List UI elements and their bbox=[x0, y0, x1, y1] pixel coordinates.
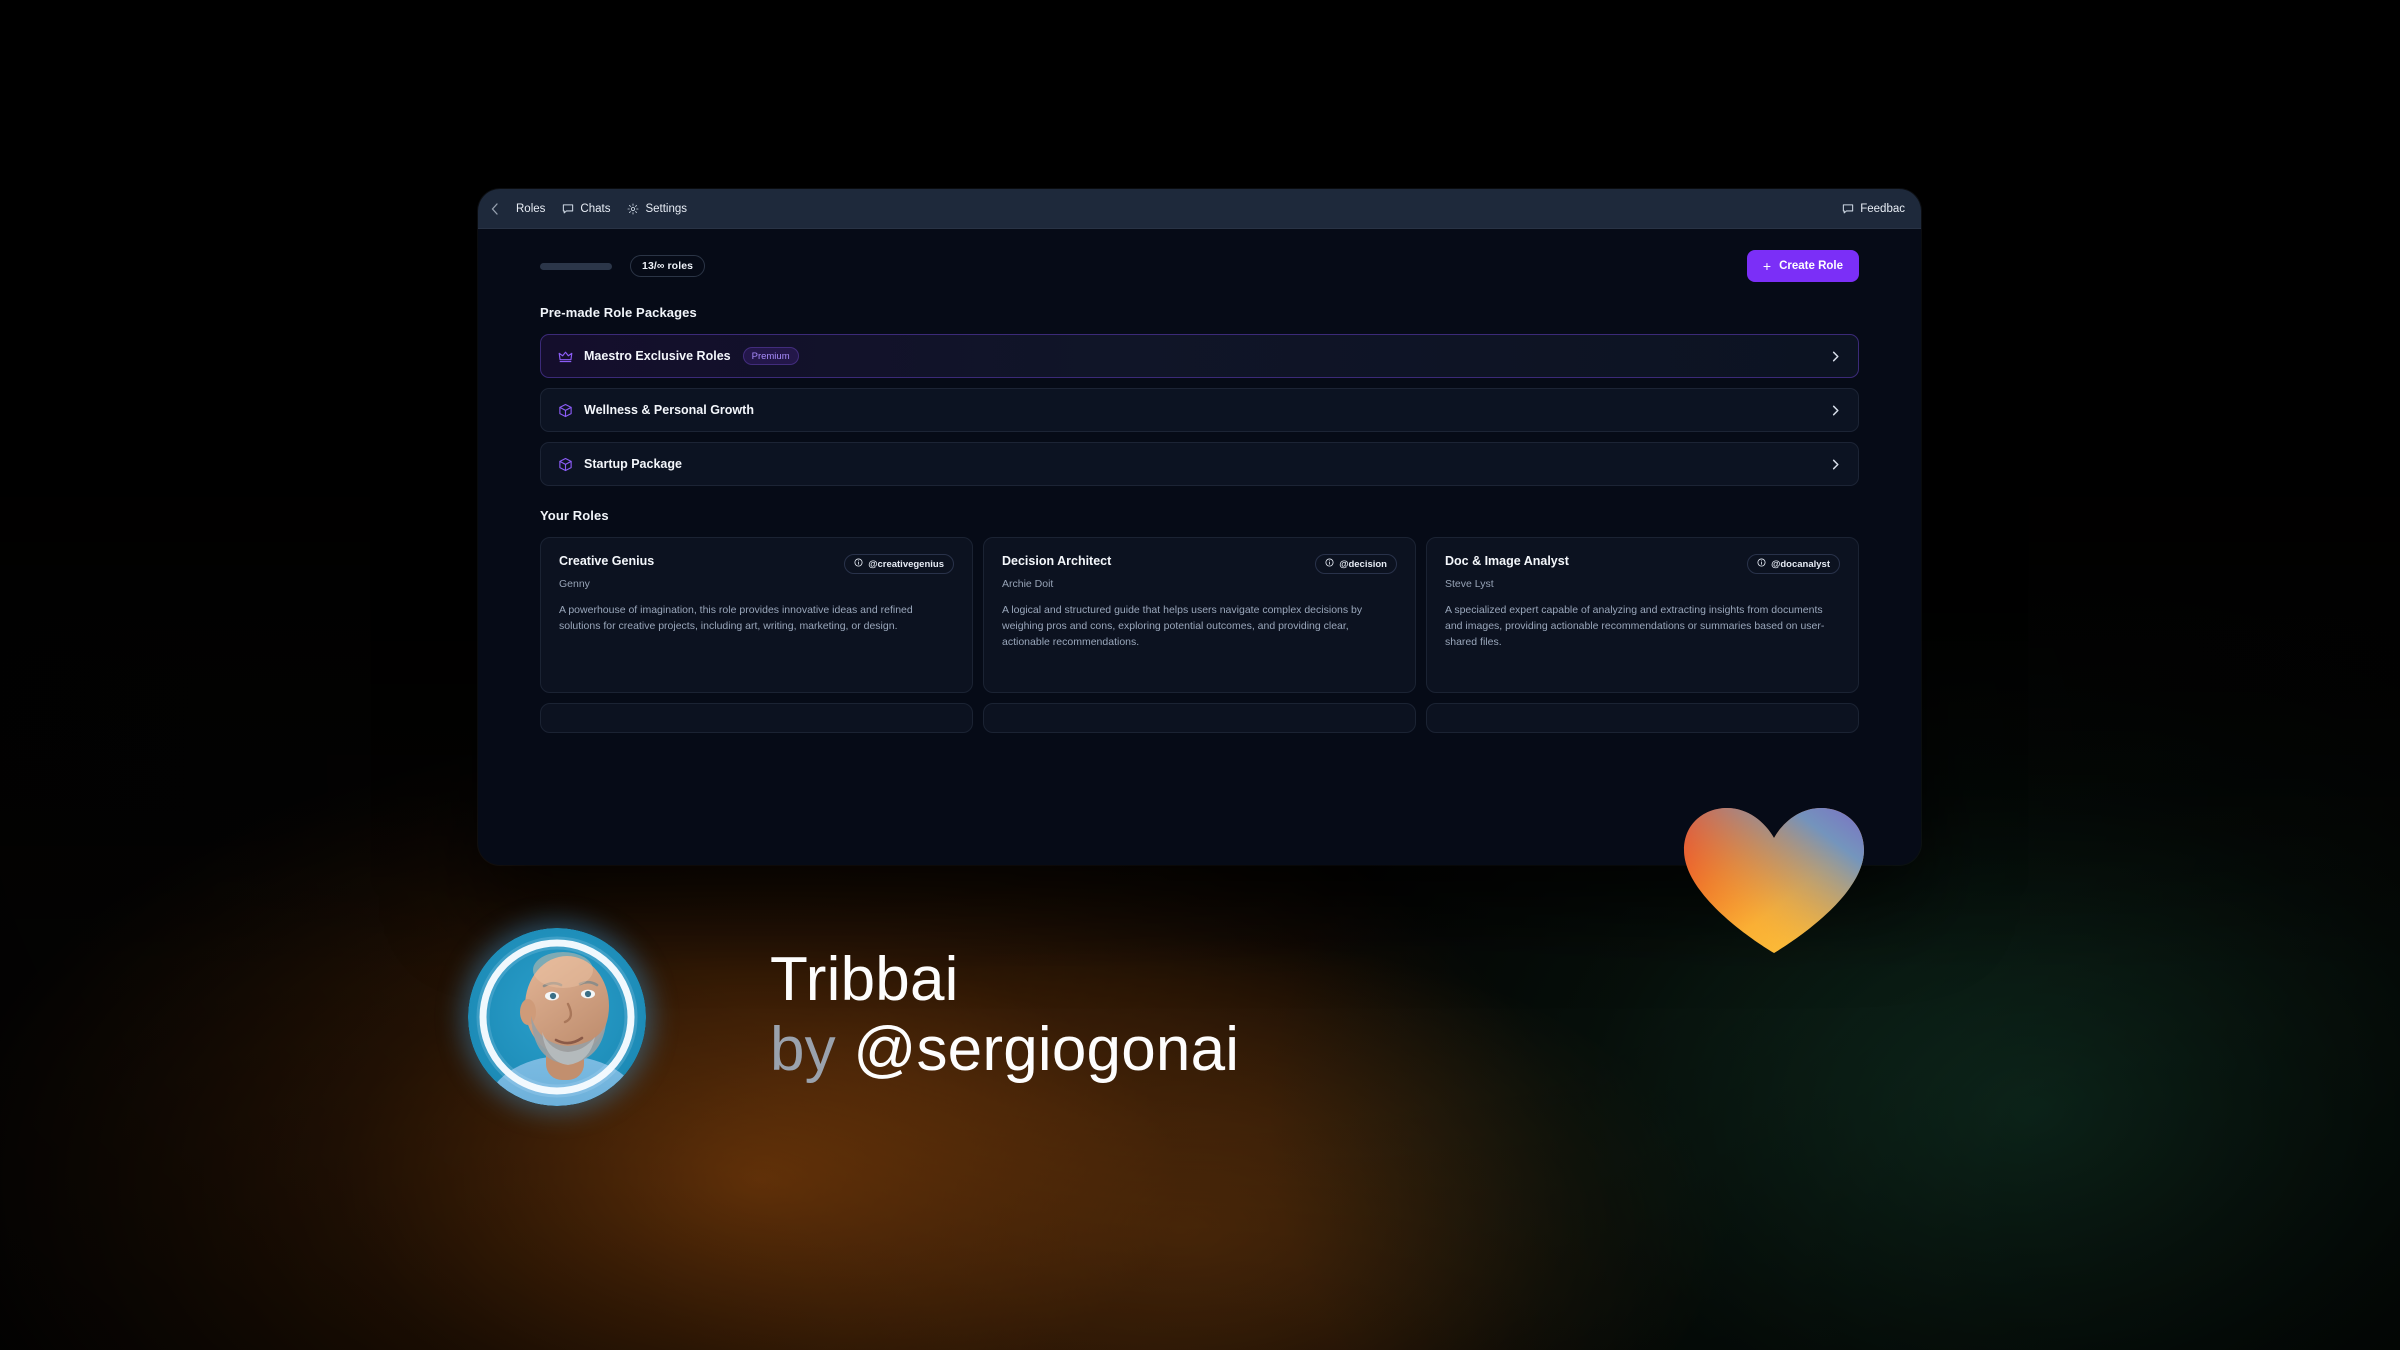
chevron-right-icon bbox=[1829, 458, 1842, 471]
feedback-button[interactable]: Feedbac bbox=[1842, 203, 1905, 215]
role-card[interactable]: Decision Architect @decision Archie Doit… bbox=[983, 537, 1416, 693]
feedback-label: Feedbac bbox=[1860, 202, 1905, 215]
package-row-wellness-personal-growth[interactable]: Wellness & Personal Growth bbox=[540, 388, 1859, 432]
roles-count-badge: 13/∞ roles bbox=[630, 255, 706, 277]
package-label: Startup Package bbox=[584, 457, 682, 471]
tab-settings[interactable]: Settings bbox=[627, 203, 687, 215]
package-row-startup-package[interactable]: Startup Package bbox=[540, 442, 1859, 486]
role-card-header: Creative Genius @creativegenius bbox=[559, 554, 954, 574]
role-card[interactable] bbox=[983, 703, 1416, 733]
role-description: A logical and structured guide that help… bbox=[1002, 604, 1363, 648]
nav-right-group: Feedbac bbox=[1842, 203, 1905, 215]
role-handle-badge[interactable]: @creativegenius bbox=[844, 554, 954, 574]
toolbar-row: 13/∞ roles + Create Role bbox=[540, 249, 1859, 283]
package-label: Wellness & Personal Growth bbox=[584, 403, 754, 417]
create-role-button[interactable]: + Create Role bbox=[1746, 250, 1859, 282]
tab-roles[interactable]: Roles bbox=[516, 203, 545, 215]
page-title: Tribbai bbox=[770, 945, 959, 1014]
chevron-right-icon bbox=[1829, 350, 1842, 363]
byline-prefix: by bbox=[770, 1014, 836, 1084]
package-box-icon bbox=[558, 457, 573, 472]
gear-icon bbox=[627, 203, 639, 215]
role-handle-badge[interactable]: @docanalyst bbox=[1747, 554, 1840, 574]
your-roles-title: Your Roles bbox=[540, 508, 609, 523]
crown-icon bbox=[558, 349, 573, 364]
role-card[interactable] bbox=[540, 703, 973, 733]
premade-packages-title: Pre-made Role Packages bbox=[540, 305, 697, 320]
role-handle-text: @creativegenius bbox=[868, 558, 944, 570]
role-description: A powerhouse of imagination, this role p… bbox=[559, 604, 913, 632]
role-card-header: Decision Architect @decision bbox=[1002, 554, 1397, 574]
info-circle-icon bbox=[1325, 558, 1334, 570]
info-circle-icon bbox=[1757, 558, 1766, 570]
roles-progress-bar bbox=[540, 262, 612, 270]
role-handle-text: @docanalyst bbox=[1771, 558, 1830, 570]
nav-label-chats: Chats bbox=[580, 202, 611, 215]
app-window: Roles Chats Settings Feedbac 13/∞ roles … bbox=[478, 189, 1921, 865]
role-cards-grid-next-row bbox=[540, 703, 1859, 733]
tab-chats[interactable]: Chats bbox=[562, 203, 610, 215]
role-handle-text: @decision bbox=[1339, 558, 1387, 570]
top-navigation-bar: Roles Chats Settings Feedbac bbox=[478, 189, 1921, 229]
role-persona-name: Steve Lyst bbox=[1445, 578, 1494, 590]
role-card-title: Doc & Image Analyst bbox=[1445, 554, 1569, 568]
role-cards-grid: Creative Genius @creativegenius Genny A … bbox=[540, 537, 1859, 693]
role-card-title: Creative Genius bbox=[559, 554, 655, 568]
nav-label-settings: Settings bbox=[645, 202, 688, 215]
role-description: A specialized expert capable of analyzin… bbox=[1445, 604, 1825, 648]
role-card-header: Doc & Image Analyst @docanalyst bbox=[1445, 554, 1840, 574]
author-portrait bbox=[468, 928, 646, 1106]
package-box-icon bbox=[558, 403, 573, 418]
screenshot-stage: Roles Chats Settings Feedbac 13/∞ roles … bbox=[0, 0, 2400, 1350]
branding-block: Tribbai by @sergiogonai bbox=[770, 948, 1239, 1082]
back-chevron-icon bbox=[490, 202, 499, 215]
role-persona-name: Archie Doit bbox=[1002, 578, 1054, 590]
package-label: Maestro Exclusive Roles bbox=[584, 349, 731, 363]
chat-bubble-icon bbox=[562, 203, 574, 215]
chevron-right-icon bbox=[1829, 404, 1842, 417]
role-card[interactable] bbox=[1426, 703, 1859, 733]
nav-left-group: Roles Chats Settings bbox=[490, 203, 687, 215]
plus-icon: + bbox=[1762, 258, 1772, 274]
role-handle-badge[interactable]: @decision bbox=[1315, 554, 1397, 574]
info-circle-icon bbox=[854, 558, 863, 570]
premium-badge: Premium bbox=[742, 347, 799, 365]
sidebar-collapse-stub[interactable] bbox=[490, 202, 499, 215]
package-row-maestro-exclusive-roles[interactable]: Maestro Exclusive Roles Premium bbox=[540, 334, 1859, 378]
role-card[interactable]: Doc & Image Analyst @docanalyst Steve Ly… bbox=[1426, 537, 1859, 693]
chat-bubble-icon bbox=[1842, 203, 1854, 215]
avatar bbox=[468, 928, 646, 1106]
gradient-heart bbox=[1684, 808, 1864, 953]
create-role-label: Create Role bbox=[1779, 260, 1843, 272]
author-handle: @sergiogonai bbox=[853, 1014, 1240, 1084]
window-content: 13/∞ roles + Create Role Pre-made Role P… bbox=[478, 229, 1921, 865]
role-persona-name: Genny bbox=[559, 578, 590, 590]
premade-packages-list: Maestro Exclusive Roles Premium Wellness… bbox=[540, 334, 1859, 486]
role-card-title: Decision Architect bbox=[1002, 554, 1112, 568]
role-card[interactable]: Creative Genius @creativegenius Genny A … bbox=[540, 537, 973, 693]
nav-label-roles: Roles bbox=[516, 202, 546, 215]
byline: by @sergiogonai bbox=[770, 1014, 1240, 1084]
